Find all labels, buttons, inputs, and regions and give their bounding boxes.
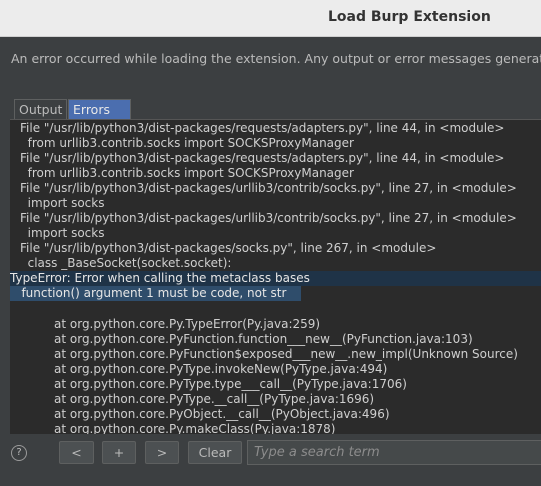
tab-output[interactable]: Output bbox=[14, 99, 67, 119]
log-line: class _BaseSocket(socket.socket): bbox=[20, 256, 232, 270]
log-line: at org.python.core.PyFunction$exposed___… bbox=[54, 347, 518, 361]
log-line: at org.python.core.PyType.invokeNew(PyTy… bbox=[54, 362, 388, 376]
log-line: File "/usr/lib/python3/dist-packages/req… bbox=[20, 151, 505, 165]
title-bar: Load Burp Extension bbox=[0, 0, 541, 37]
log-line: import socks bbox=[20, 196, 105, 210]
previous-button[interactable]: < bbox=[59, 441, 94, 464]
help-icon[interactable]: ? bbox=[11, 445, 27, 461]
log-line: at org.python.core.PyObject.__call__(PyO… bbox=[54, 407, 390, 421]
log-line: at org.python.core.PyFunction.function__… bbox=[54, 332, 473, 346]
log-line: File "/usr/lib/python3/dist-packages/soc… bbox=[20, 241, 437, 255]
log-line: File "/usr/lib/python3/dist-packages/req… bbox=[20, 121, 505, 135]
log-line-error: function() argument 1 must be code, not … bbox=[10, 286, 301, 301]
add-button[interactable]: + bbox=[102, 441, 136, 464]
error-log-panel[interactable]: File "/usr/lib/python3/dist-packages/req… bbox=[10, 119, 541, 435]
search-input[interactable] bbox=[247, 440, 541, 465]
log-line: File "/usr/lib/python3/dist-packages/url… bbox=[20, 211, 517, 225]
clear-button[interactable]: Clear bbox=[188, 441, 242, 464]
log-line-error: TypeError: Error when calling the metacl… bbox=[10, 271, 541, 286]
log-line: at org.python.core.PyType.__call__(PyTyp… bbox=[54, 392, 375, 406]
log-line: File "/usr/lib/python3/dist-packages/url… bbox=[20, 181, 517, 195]
log-line: at org.python.core.Py.TypeError(Py.java:… bbox=[54, 317, 321, 331]
log-line: at org.python.core.PyType.type___call__(… bbox=[54, 377, 407, 391]
tab-errors[interactable]: Errors bbox=[68, 99, 131, 119]
log-line: from urllib3.contrib.socks import SOCKSP… bbox=[20, 136, 354, 150]
window-title: Load Burp Extension bbox=[328, 9, 491, 25]
log-line: from urllib3.contrib.socks import SOCKSP… bbox=[20, 166, 354, 180]
next-button[interactable]: > bbox=[145, 441, 179, 464]
error-message: An error occurred while loading the exte… bbox=[11, 51, 541, 66]
log-line: import socks bbox=[20, 226, 105, 240]
